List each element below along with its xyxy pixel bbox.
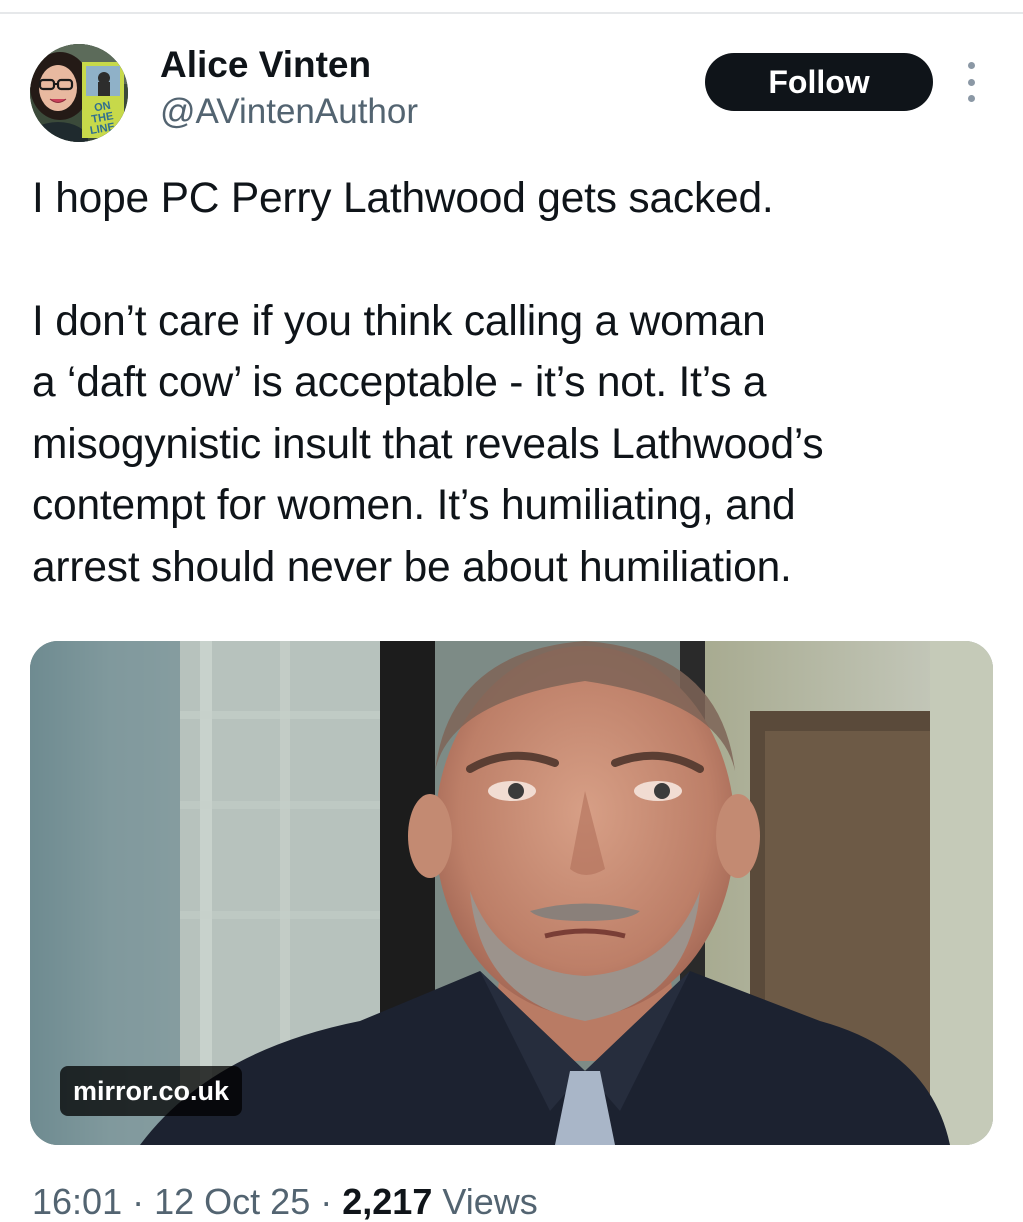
more-dot	[967, 78, 975, 86]
avatar-photo: ON THE LINE	[30, 44, 128, 142]
tweet-line: misogynistic insult that reveals Lathwoo…	[32, 420, 824, 468]
tweet-line: arrest should never be about humiliation…	[32, 543, 792, 591]
author-handle[interactable]: @AVintenAuthor	[160, 90, 418, 134]
author-display-name[interactable]: Alice Vinten	[160, 42, 371, 88]
meta-separator: ·	[132, 1181, 145, 1222]
tweet-meta: 16:01 · 12 Oct 25 · 2,217 Views	[32, 1182, 538, 1222]
more-dot	[967, 95, 975, 102]
views-label: Views	[442, 1181, 538, 1222]
tweet-line: I hope PC Perry Lathwood gets sacked.	[32, 175, 774, 222]
tweet-line: contempt for women. It’s humiliating, an…	[32, 482, 796, 529]
author-avatar[interactable]: ON THE LINE	[30, 44, 128, 142]
tweet-date[interactable]: 12 Oct 25	[154, 1181, 310, 1222]
tweet-text: I hope PC Perry Lathwood gets sacked. I …	[32, 168, 992, 598]
views-count: 2,217	[342, 1181, 433, 1222]
tweet-line: a ‘daft cow’ is acceptable - it’s not. I…	[32, 359, 767, 406]
tweet-media-image[interactable]: mirror.co.uk	[30, 641, 993, 1145]
tweet-time[interactable]: 16:01	[32, 1181, 122, 1222]
more-dot	[967, 62, 975, 69]
more-vertical-icon[interactable]	[958, 62, 984, 102]
media-source-badge: mirror.co.uk	[60, 1066, 243, 1116]
meta-separator: ·	[320, 1181, 333, 1222]
top-divider	[0, 12, 1023, 14]
tweet-line: I don’t care if you think calling a woma…	[32, 297, 766, 345]
follow-button[interactable]: Follow	[705, 53, 933, 111]
